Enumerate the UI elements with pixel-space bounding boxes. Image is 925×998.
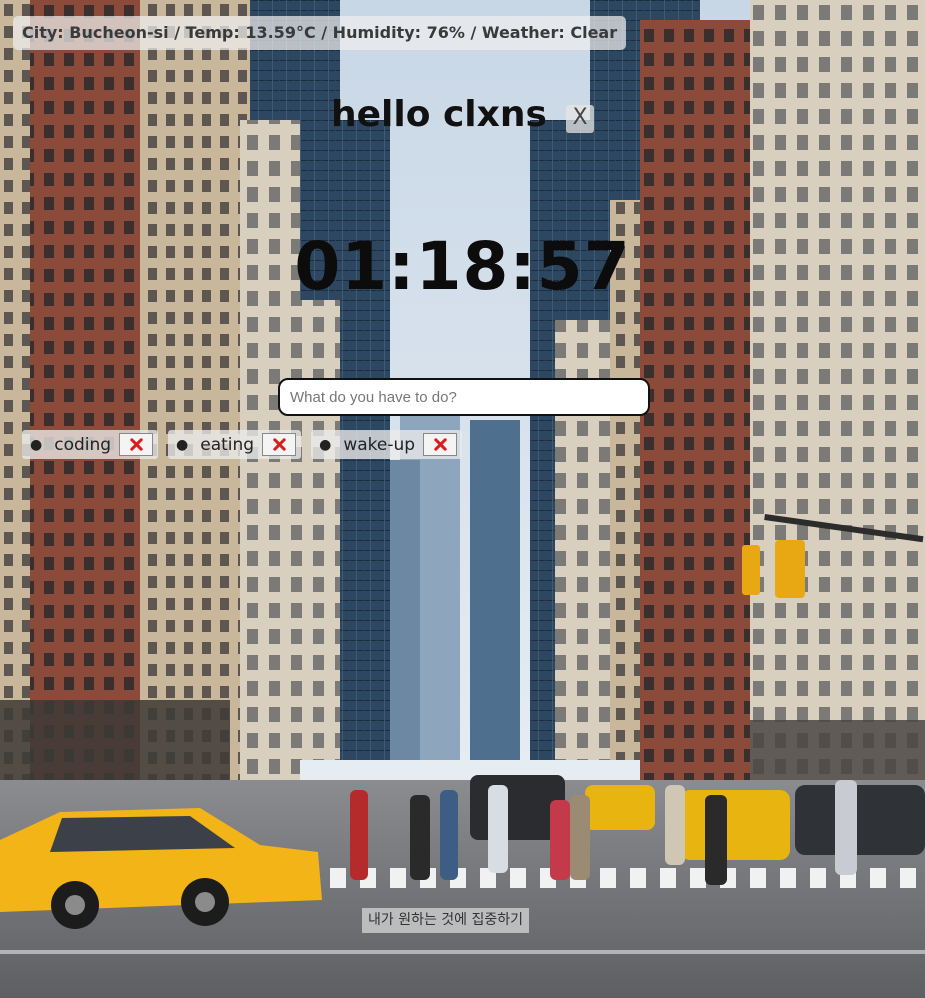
greeting-close-button[interactable]: X — [566, 104, 595, 133]
todo-list: ● coding ● eating ● wake-up — [22, 430, 463, 459]
bullet-icon: ● — [30, 436, 43, 453]
todo-delete-button[interactable] — [119, 433, 154, 456]
todo-item-text: coding — [54, 434, 112, 455]
bullet-icon: ● — [319, 436, 332, 453]
red-cross-mark-icon — [433, 438, 447, 451]
greeting: hello clxns X — [0, 94, 925, 135]
todo-input[interactable] — [278, 378, 650, 416]
clock: 01:18:57 — [294, 228, 631, 305]
todo-item: ● eating — [168, 430, 302, 459]
todo-item: ● wake-up — [311, 430, 463, 459]
background-city-photo — [0, 0, 925, 998]
red-cross-mark-icon — [129, 438, 143, 451]
todo-item: ● coding — [22, 430, 159, 459]
greeting-text: hello clxns — [330, 94, 547, 135]
todo-item-text: wake-up — [343, 434, 416, 455]
red-cross-mark-icon — [272, 438, 286, 451]
quote-text: 내가 원하는 것에 집중하기 — [362, 908, 530, 933]
weather-info: City: Bucheon-si / Temp: 13.59°C / Humid… — [13, 16, 627, 50]
todo-delete-button[interactable] — [423, 433, 458, 456]
bullet-icon: ● — [176, 436, 189, 453]
todo-item-text: eating — [200, 434, 255, 455]
todo-delete-button[interactable] — [262, 433, 297, 456]
